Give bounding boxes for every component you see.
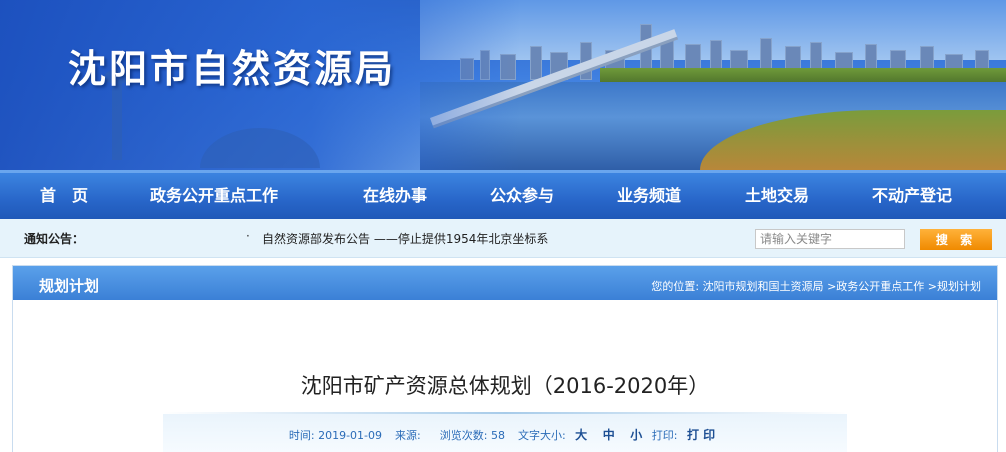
notice-label: 通知公告： [24,232,85,246]
nav-item-land-trading[interactable]: 土地交易 [745,173,809,219]
meta-time-value: 2019-01-09 [318,429,383,442]
title-divider [163,412,847,414]
nav-item-home[interactable]: 首 页 [40,173,88,219]
notice-link[interactable]: 自然资源部发布公告 ——停止提供1954年北京坐标系 [262,230,548,247]
site-banner: 沈阳市自然资源局 [0,0,1006,170]
breadcrumb-item-gov-affairs[interactable]: >政务公开重点工作 [827,280,924,293]
meta-views-label: 浏览次数: [439,429,488,442]
search-input[interactable] [755,229,905,249]
notice-bullet: · [246,229,250,243]
meta-views-value: 58 [490,429,505,442]
search-button[interactable]: 搜 索 [920,229,992,250]
nav-item-public-participation[interactable]: 公众参与 [490,173,554,219]
nav-item-real-estate-registration[interactable]: 不动产登记 [872,173,952,219]
breadcrumb: 您的位置: 沈阳市规划和国土资源局 >政务公开重点工作 >规划计划 [651,278,981,294]
meta-time-label: 时间: [288,429,315,442]
nav-item-business-channel[interactable]: 业务频道 [617,173,681,219]
main-nav: 首 页 政务公开重点工作 在线办事 公众参与 业务频道 土地交易 不动产登记 [0,170,1006,219]
font-size-medium-button[interactable]: 中 [603,428,615,442]
section-header: 规划计划 您的位置: 沈阳市规划和国土资源局 >政务公开重点工作 >规划计划 [13,266,997,300]
breadcrumb-item-planning[interactable]: >规划计划 [928,280,981,293]
meta-print-label: 打印: [651,429,678,442]
nav-item-gov-affairs[interactable]: 政务公开重点工作 [150,173,278,219]
meta-source-label: 来源: [395,429,421,442]
breadcrumb-prefix: 您的位置: [651,280,700,293]
breadcrumb-item-bureau[interactable]: 沈阳市规划和国土资源局 [703,280,824,293]
article-meta: 时间: 2019-01-09 来源: 浏览次数: 58 文字大小: 大 中 小 … [13,426,997,443]
content-panel: 规划计划 您的位置: 沈阳市规划和国土资源局 >政务公开重点工作 >规划计划 沈… [12,265,998,452]
print-button[interactable]: 打 印 [687,428,715,442]
article-title: 沈阳市矿产资源总体规划（2016-2020年） [300,374,710,398]
meta-fontsize-label: 文字大小: [517,429,566,442]
nav-item-online-services[interactable]: 在线办事 [363,173,427,219]
site-title: 沈阳市自然资源局 [68,47,397,91]
font-size-small-button[interactable]: 小 [630,428,642,442]
font-size-large-button[interactable]: 大 [575,428,587,442]
section-title: 规划计划 [39,277,100,295]
